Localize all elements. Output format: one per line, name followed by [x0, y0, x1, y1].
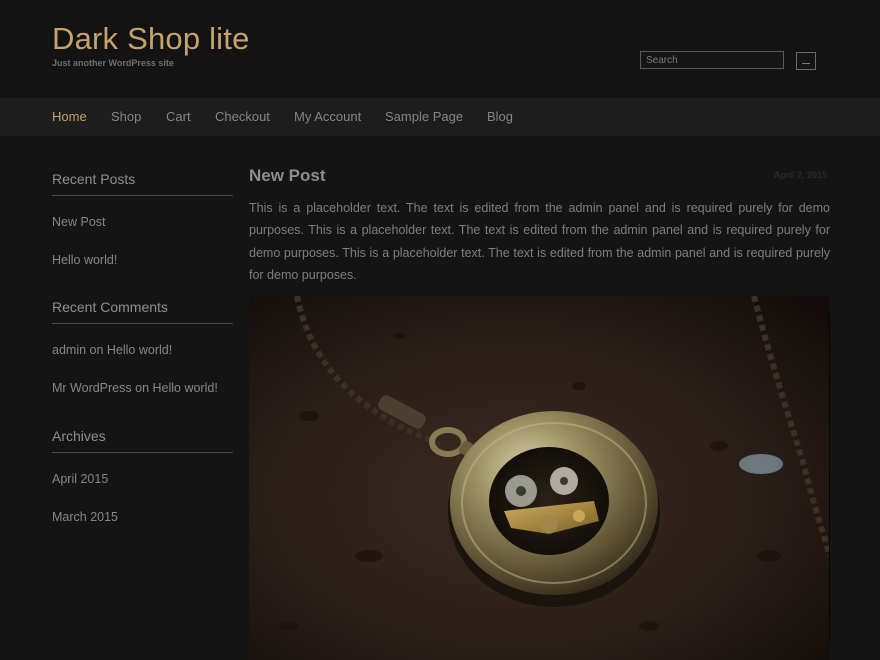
widget-divider: [52, 452, 233, 453]
post-date: April 2, 2015: [774, 170, 828, 180]
recent-post-link[interactable]: New Post: [52, 215, 106, 229]
nav-item-sample-page[interactable]: Sample Page: [385, 109, 463, 124]
nav-item-my-account[interactable]: My Account: [294, 109, 361, 124]
archives-title: Archives: [52, 428, 106, 444]
recent-posts-title: Recent Posts: [52, 171, 136, 187]
archive-link[interactable]: April 2015: [52, 472, 108, 486]
recent-comments-title: Recent Comments: [52, 299, 168, 315]
post-body: This is a placeholder text. The text is …: [249, 201, 830, 283]
search-submit-button[interactable]: [796, 52, 816, 70]
pocket-watch-illustration: [249, 296, 830, 660]
search-submit-icon: [802, 63, 810, 64]
pocket-watch-photo[interactable]: [249, 296, 830, 660]
widget-divider: [52, 323, 233, 324]
site-title[interactable]: Dark Shop lite: [52, 21, 250, 57]
main-navigation: Home Shop Cart Checkout My Account Sampl…: [0, 98, 880, 136]
recent-comment-link[interactable]: Mr WordPress on Hello world!: [52, 381, 218, 395]
site-tagline: Just another WordPress site: [52, 58, 174, 68]
nav-item-cart[interactable]: Cart: [166, 109, 191, 124]
archive-link[interactable]: March 2015: [52, 510, 118, 524]
nav-item-checkout[interactable]: Checkout: [215, 109, 270, 124]
site-header: Dark Shop lite Just another WordPress si…: [0, 0, 880, 98]
recent-comment-link[interactable]: admin on Hello world!: [52, 343, 172, 357]
post-title[interactable]: New Post: [249, 166, 326, 186]
nav-item-home[interactable]: Home: [52, 109, 87, 124]
nav-item-blog[interactable]: Blog: [487, 109, 513, 124]
search-input[interactable]: [640, 51, 784, 69]
widget-divider: [52, 195, 233, 196]
nav-item-shop[interactable]: Shop: [111, 109, 141, 124]
recent-post-link[interactable]: Hello world!: [52, 253, 117, 267]
